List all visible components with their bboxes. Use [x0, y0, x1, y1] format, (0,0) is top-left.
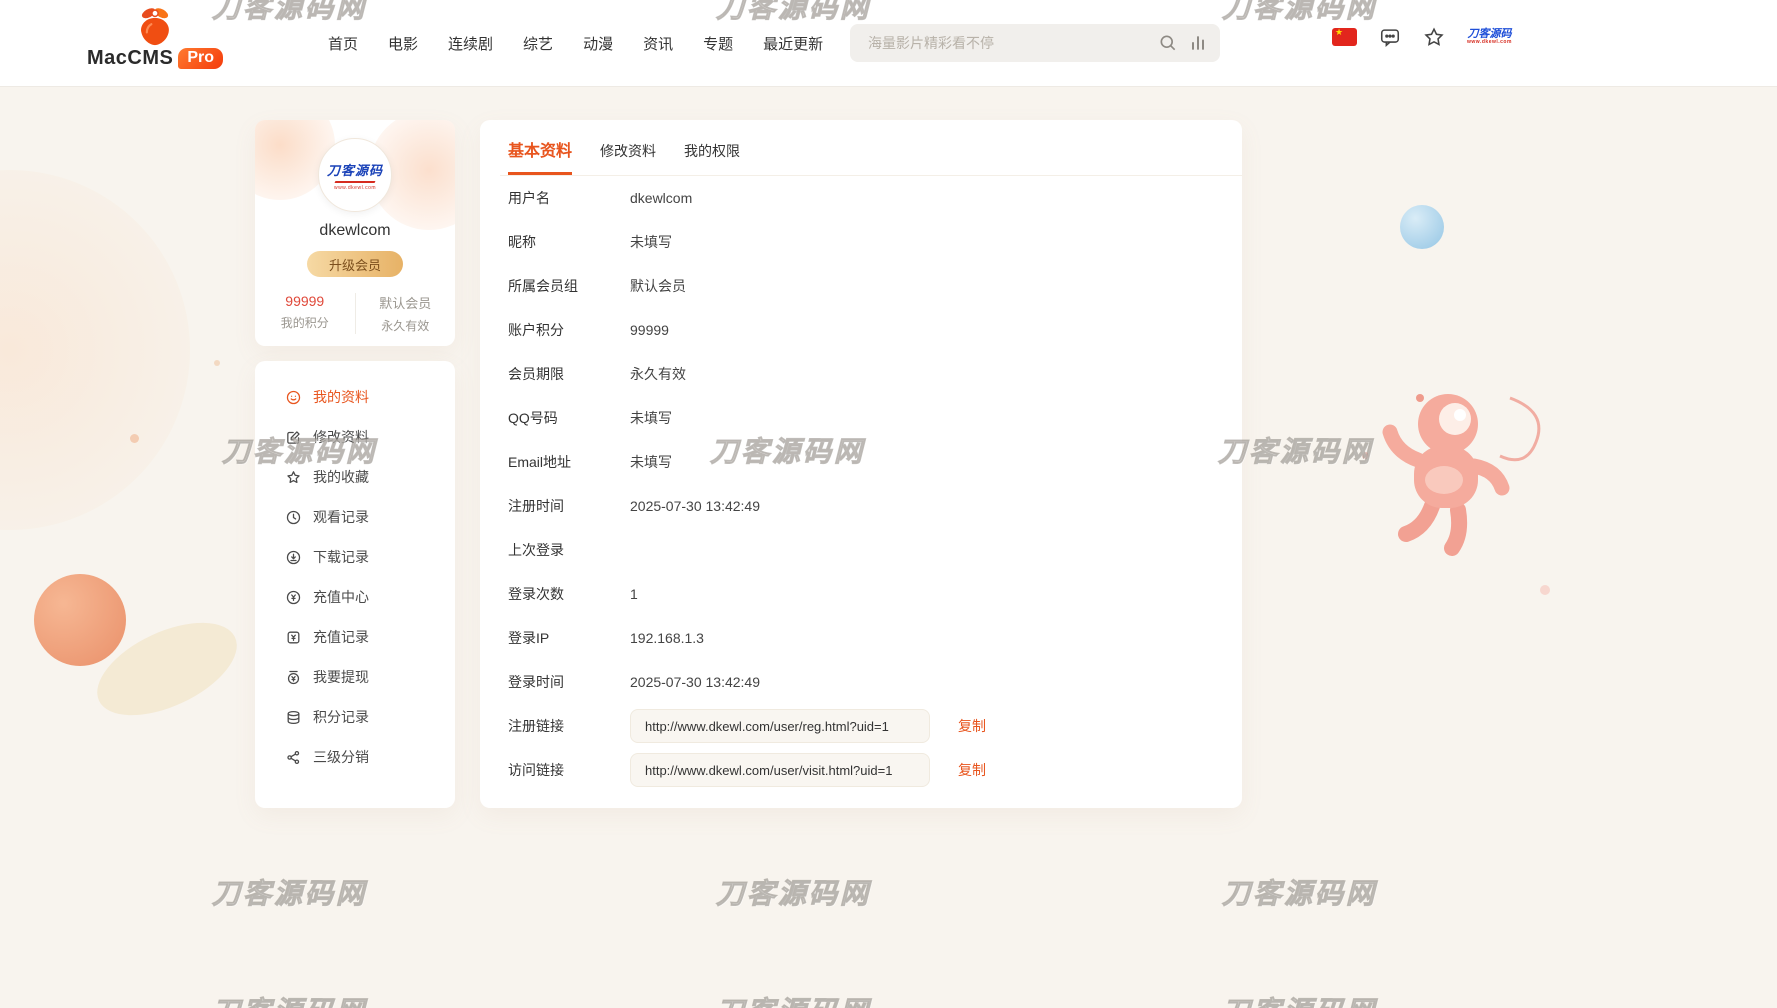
- favorites-star-icon[interactable]: [1423, 26, 1445, 48]
- group-value: 默认会员: [356, 293, 456, 312]
- decor-blue-planet: [1400, 205, 1444, 249]
- brand-badge: Pro: [178, 48, 223, 69]
- group-stat: 默认会员 永久有效: [355, 293, 456, 334]
- points-label: 我的积分: [255, 314, 355, 331]
- nav-item-movies[interactable]: 电影: [388, 33, 418, 54]
- copy-visit-link-button[interactable]: 复制: [958, 760, 986, 780]
- sidebar-item-affiliate[interactable]: 三级分销: [285, 737, 455, 777]
- tab-basic-info[interactable]: 基本资料: [508, 137, 572, 175]
- decor-beige-blob: [83, 604, 250, 734]
- field-row-login-time: 登录时间 2025-07-30 13:42:49: [500, 660, 1242, 704]
- sidebar-item-watch-history[interactable]: 观看记录: [285, 497, 455, 537]
- avatar[interactable]: 刀客源码 www.dkewl.com: [318, 138, 392, 212]
- share-icon: [285, 749, 302, 766]
- messages-icon[interactable]: [1379, 26, 1401, 48]
- register-link-input[interactable]: [630, 709, 930, 743]
- main-nav: 首页 电影 连续剧 综艺 动漫 资讯 专题 最近更新: [328, 0, 823, 86]
- watermark: 刀客源码网: [212, 990, 367, 1008]
- search-input[interactable]: [868, 35, 1148, 51]
- field-row-email: Email地址 未填写: [500, 440, 1242, 484]
- watermark: 刀客源码网: [1222, 990, 1377, 1008]
- detail-tabs: 基本资料 修改资料 我的权限: [500, 120, 1242, 176]
- profile-stats: 99999 我的积分 默认会员 永久有效: [255, 293, 455, 334]
- group-label: 永久有效: [356, 317, 456, 334]
- visit-link-input[interactable]: [630, 753, 930, 787]
- header-right-icons: ★ 刀客源码 www.dkewl.com: [1332, 26, 1512, 48]
- watermark: 刀客源码网: [716, 990, 871, 1008]
- field-row-last-login: 上次登录: [500, 528, 1242, 572]
- star-icon: [285, 469, 302, 486]
- points-stat: 99999 我的积分: [255, 293, 355, 334]
- field-row-register-link: 注册链接 复制: [500, 704, 1242, 748]
- decor-dot: [1362, 452, 1369, 459]
- nav-item-news[interactable]: 资讯: [643, 33, 673, 54]
- field-row-username: 用户名 dkewlcom: [500, 176, 1242, 220]
- sidebar-item-withdraw[interactable]: 我要提现: [285, 657, 455, 697]
- sidebar-item-recharge-history[interactable]: 充值记录: [285, 617, 455, 657]
- field-row-member-group: 所属会员组 默认会员: [500, 264, 1242, 308]
- user-circle-icon: [285, 389, 302, 406]
- nav-item-anime[interactable]: 动漫: [583, 33, 613, 54]
- ranking-bars-icon[interactable]: [1188, 33, 1208, 53]
- coin-yuan-icon: [285, 589, 302, 606]
- decor-dot: [1540, 585, 1550, 595]
- database-icon: [285, 709, 302, 726]
- sidebar-item-download-history[interactable]: 下载记录: [285, 537, 455, 577]
- decor-dot: [214, 360, 220, 366]
- field-row-points: 账户积分 99999: [500, 308, 1242, 352]
- field-row-login-ip: 登录IP 192.168.1.3: [500, 616, 1242, 660]
- field-row-qq: QQ号码 未填写: [500, 396, 1242, 440]
- field-row-nickname: 昵称 未填写: [500, 220, 1242, 264]
- copy-register-link-button[interactable]: 复制: [958, 716, 986, 736]
- site-logo[interactable]: MacCMS Pro: [95, 6, 215, 70]
- field-row-register-time: 注册时间 2025-07-30 13:42:49: [500, 484, 1242, 528]
- decor-dot: [130, 434, 139, 443]
- receipt-yuan-icon: [285, 629, 302, 646]
- nav-item-variety[interactable]: 综艺: [523, 33, 553, 54]
- field-row-member-expiry: 会员期限 永久有效: [500, 352, 1242, 396]
- username: dkewlcom: [255, 222, 455, 240]
- watermark: 刀客源码网: [1222, 872, 1377, 912]
- carrot-logo-icon: [133, 6, 177, 46]
- watermark: 刀客源码网: [212, 872, 367, 912]
- tab-permissions[interactable]: 我的权限: [684, 141, 740, 175]
- sidebar-item-recharge-center[interactable]: 充值中心: [285, 577, 455, 617]
- upgrade-member-button[interactable]: 升级会员: [307, 251, 403, 277]
- field-row-visit-link: 访问链接 复制: [500, 748, 1242, 792]
- clock-icon: [285, 509, 302, 526]
- language-flag-icon[interactable]: ★: [1332, 28, 1357, 46]
- profile-card: 刀客源码 www.dkewl.com dkewlcom 升级会员 99999 我…: [255, 120, 455, 346]
- points-value: 99999: [255, 293, 355, 309]
- sidebar-menu: 我的资料 修改资料 我的收藏 观看记录 下载记录 充值中心 充值记录: [255, 361, 455, 808]
- nav-item-topics[interactable]: 专题: [703, 33, 733, 54]
- field-row-login-count: 登录次数 1: [500, 572, 1242, 616]
- tab-edit-info[interactable]: 修改资料: [600, 141, 656, 175]
- brand-name: MacCMS: [87, 47, 173, 70]
- partner-logo[interactable]: 刀客源码 www.dkewl.com: [1467, 29, 1512, 46]
- withdraw-icon: [285, 669, 302, 686]
- search-icon[interactable]: [1158, 33, 1178, 53]
- sidebar-item-favorites[interactable]: 我的收藏: [285, 457, 455, 497]
- search-bar[interactable]: [850, 24, 1220, 62]
- top-header: MacCMS Pro 首页 电影 连续剧 综艺 动漫 资讯 专题 最近更新 ★: [0, 0, 1777, 86]
- nav-item-home[interactable]: 首页: [328, 33, 358, 54]
- decor-orange-sphere: [34, 574, 126, 666]
- edit-icon: [285, 429, 302, 446]
- sidebar-item-edit-profile[interactable]: 修改资料: [285, 417, 455, 457]
- profile-detail-panel: 基本资料 修改资料 我的权限 用户名 dkewlcom 昵称 未填写 所属会员组…: [480, 120, 1242, 808]
- watermark: 刀客源码网: [716, 872, 871, 912]
- download-icon: [285, 549, 302, 566]
- sidebar-item-my-profile[interactable]: 我的资料: [285, 377, 455, 417]
- nav-item-series[interactable]: 连续剧: [448, 33, 493, 54]
- sidebar-item-points-history[interactable]: 积分记录: [285, 697, 455, 737]
- nav-item-recent[interactable]: 最近更新: [763, 33, 823, 54]
- astronaut-illustration: [1360, 378, 1560, 588]
- decor-peach-arc: [0, 170, 190, 530]
